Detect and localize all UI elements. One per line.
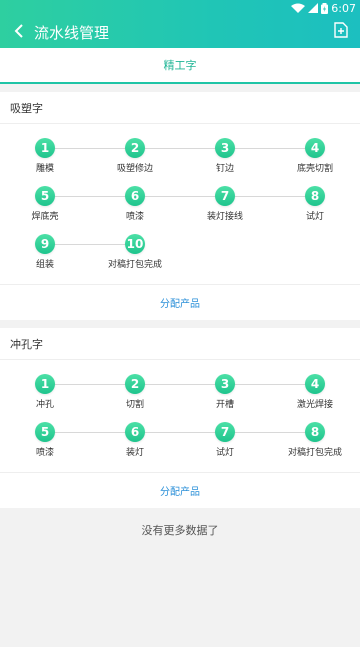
add-button[interactable] [330, 21, 352, 43]
step-item: 7 装灯接线 [180, 182, 270, 230]
step-label: 装灯接线 [206, 212, 243, 222]
step-label: 对稿打包完成 [287, 448, 342, 458]
step-item: 2 吸塑修边 [90, 134, 180, 182]
app-header: 6:07 流水线管理 [0, 0, 360, 48]
step-item: 7 试灯 [180, 418, 270, 466]
clock: 6:07 [331, 1, 356, 15]
step-number: 1 [35, 138, 55, 158]
step-number: 3 [215, 138, 235, 158]
step-label: 钉边 [215, 164, 234, 174]
step-label: 吸塑修边 [116, 164, 153, 174]
step-label: 试灯 [215, 448, 234, 458]
step-number: 4 [305, 138, 325, 158]
add-file-icon [334, 22, 348, 42]
pipeline-card: 吸塑字 1 雕模 2 吸塑修边 3 钉边 4 底壳切割 5 焊底壳 6 喷漆 7 装灯接线 8… [0, 92, 360, 320]
step-item: 5 喷漆 [0, 418, 90, 466]
step-item: 3 钉边 [180, 134, 270, 182]
step-number: 1 [35, 374, 55, 394]
step-label: 焊底壳 [31, 212, 59, 222]
step-label: 喷漆 [125, 212, 144, 222]
steps-row: 1 雕模 2 吸塑修边 3 钉边 4 底壳切割 [0, 134, 360, 182]
step-item: 2 切割 [90, 370, 180, 418]
status-bar: 6:07 [0, 0, 360, 16]
chevron-left-icon [14, 23, 24, 42]
tab-jinggongzi[interactable]: 精工字 [164, 57, 197, 73]
step-item: 10 对稿打包完成 [90, 230, 180, 278]
wifi-icon [291, 3, 306, 13]
step-label: 装灯 [125, 448, 144, 458]
step-number: 7 [215, 186, 235, 206]
pipeline-card: 冲孔字 1 冲孔 2 切割 3 开槽 4 激光焊接 5 喷漆 6 装灯 7 试灯 8 对稿打包完… [0, 328, 360, 508]
step-label: 激光焊接 [296, 400, 333, 410]
steps-list: 1 雕模 2 吸塑修边 3 钉边 4 底壳切割 5 焊底壳 6 喷漆 7 装灯接线 8 试灯 9… [0, 124, 360, 284]
step-number: 3 [215, 374, 235, 394]
step-item: 5 焊底壳 [0, 182, 90, 230]
step-item: 8 对稿打包完成 [270, 418, 360, 466]
step-label: 切割 [125, 400, 144, 410]
steps-row: 5 喷漆 6 装灯 7 试灯 8 对稿打包完成 [0, 418, 360, 466]
step-item: 6 喷漆 [90, 182, 180, 230]
step-label: 对稿打包完成 [107, 260, 162, 270]
pipeline-title: 吸塑字 [0, 92, 360, 124]
step-number: 2 [125, 138, 145, 158]
assign-product-button[interactable]: 分配产品 [0, 284, 360, 320]
step-number: 6 [125, 186, 145, 206]
tab-bar: 精工字 [0, 48, 360, 84]
steps-row: 9 组装 10 对稿打包完成 [0, 230, 360, 278]
steps-row: 5 焊底壳 6 喷漆 7 装灯接线 8 试灯 [0, 182, 360, 230]
step-label: 冲孔 [35, 400, 54, 410]
step-item: 1 冲孔 [0, 370, 90, 418]
step-label: 雕模 [35, 164, 54, 174]
step-number: 5 [35, 422, 55, 442]
step-item: 1 雕模 [0, 134, 90, 182]
page-title: 流水线管理 [34, 23, 110, 42]
step-number: 9 [35, 234, 55, 254]
no-more-data-text: 没有更多数据了 [141, 524, 219, 537]
step-item: 9 组装 [0, 230, 90, 278]
step-label: 喷漆 [35, 448, 54, 458]
step-label: 开槽 [215, 400, 234, 410]
step-number: 10 [125, 234, 145, 254]
step-item: 4 激光焊接 [270, 370, 360, 418]
step-label: 试灯 [305, 212, 324, 222]
step-number: 8 [305, 422, 325, 442]
step-item: 6 装灯 [90, 418, 180, 466]
step-number: 2 [125, 374, 145, 394]
step-number: 8 [305, 186, 325, 206]
step-item: 4 底壳切割 [270, 134, 360, 182]
step-number: 7 [215, 422, 235, 442]
signal-icon [308, 3, 319, 13]
step-label: 组装 [35, 260, 54, 270]
steps-list: 1 冲孔 2 切割 3 开槽 4 激光焊接 5 喷漆 6 装灯 7 试灯 8 对稿打包完成 [0, 360, 360, 472]
step-number: 5 [35, 186, 55, 206]
pipeline-title: 冲孔字 [0, 328, 360, 360]
steps-row: 1 冲孔 2 切割 3 开槽 4 激光焊接 [0, 370, 360, 418]
assign-product-button[interactable]: 分配产品 [0, 472, 360, 508]
back-button[interactable] [8, 21, 30, 43]
step-number: 4 [305, 374, 325, 394]
step-label: 底壳切割 [296, 164, 333, 174]
battery-icon [321, 2, 329, 14]
step-item: 3 开槽 [180, 370, 270, 418]
step-item: 8 试灯 [270, 182, 360, 230]
step-number: 6 [125, 422, 145, 442]
